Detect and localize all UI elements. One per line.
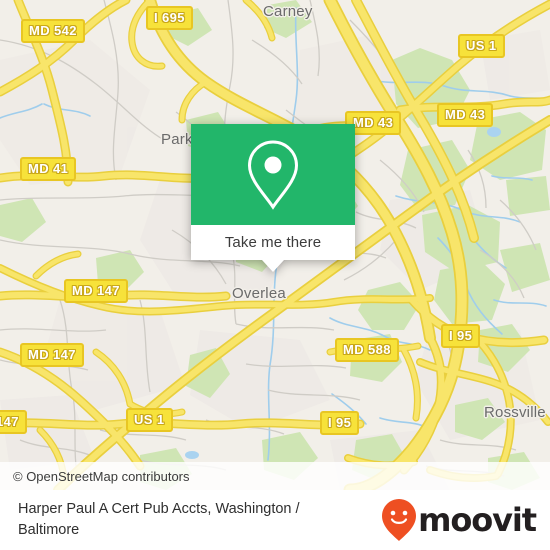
moovit-brand: moovit [381, 498, 537, 542]
popup-action-row[interactable]: Take me there [191, 225, 355, 260]
map-screenshot: Carney Park Overlea Rossville MD 542 I 6… [0, 0, 550, 550]
map-attribution-bar: © OpenStreetMap contributors [0, 462, 550, 490]
map-pin-icon [247, 139, 299, 210]
road-shield-md-147-mid: MD 147 [20, 343, 84, 367]
moovit-wordmark: moovit [418, 501, 537, 539]
take-me-there-label: Take me there [224, 234, 322, 251]
road-shield-md-41: MD 41 [20, 157, 77, 181]
location-title: Harper Paul A Cert Pub Accts, Washington… [18, 501, 300, 538]
location-popup-card[interactable]: Take me there [191, 124, 355, 272]
road-shield-us-1-north: US 1 [458, 34, 505, 58]
road-shield-i-95-east: I 95 [441, 324, 481, 348]
popup-pointer [262, 260, 284, 272]
popup-header [191, 124, 355, 225]
road-shield-i-695: I 695 [146, 6, 193, 30]
road-shield-147-clipped: 147 [0, 410, 27, 434]
road-shield-md-542: MD 542 [21, 19, 85, 43]
moovit-smiley-pin-icon [382, 499, 417, 541]
road-shield-md-588: MD 588 [335, 338, 399, 362]
road-shield-md-147-north: MD 147 [64, 279, 128, 303]
map-canvas[interactable]: Carney Park Overlea Rossville MD 542 I 6… [0, 0, 550, 490]
openstreetmap-attribution[interactable]: © OpenStreetMap contributors [0, 469, 190, 484]
road-shield-i-95-south: I 95 [320, 411, 360, 435]
road-shield-us-1-south: US 1 [126, 408, 173, 432]
road-shield-md-43-east: MD 43 [437, 103, 494, 127]
footer-bar: Harper Paul A Cert Pub Accts, Washington… [0, 490, 550, 550]
